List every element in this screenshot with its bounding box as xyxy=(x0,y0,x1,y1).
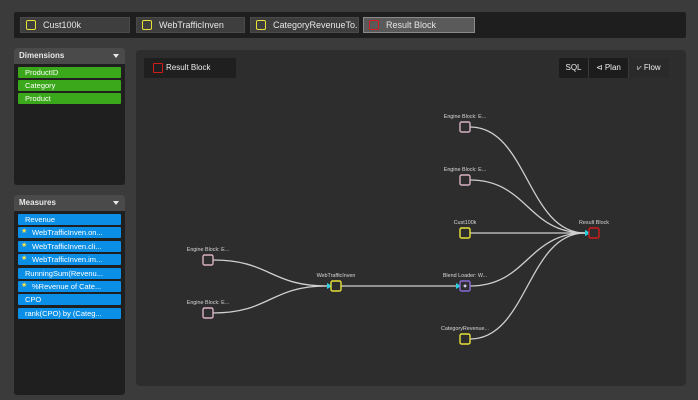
flow-node-eb4[interactable]: Engine Block: E... xyxy=(187,300,230,319)
node-square-icon xyxy=(459,333,471,345)
dimension-item[interactable]: ProductID xyxy=(18,67,121,78)
node-label: Cust100k xyxy=(454,220,477,226)
tab-webtrafficinven[interactable]: WebTrafficInven xyxy=(136,17,245,33)
flow-node-blend[interactable]: ✦ Blend Loader: W... xyxy=(443,273,487,292)
tab-label: Result Block xyxy=(386,20,437,30)
dimensions-panel: Dimensions ProductID Category Product xyxy=(14,48,125,185)
measure-label: Revenue xyxy=(25,215,56,224)
block-square-icon xyxy=(256,20,266,30)
measure-label: rank(CPO) by (Categ... xyxy=(25,308,102,318)
block-tab-bar: Cust100k WebTrafficInven CategoryRevenue… xyxy=(14,12,686,38)
star-icon: ★ xyxy=(21,281,28,289)
star-icon: ★ xyxy=(21,241,28,249)
block-square-icon xyxy=(369,20,379,30)
chevron-down-icon[interactable] xyxy=(113,54,119,58)
dimensions-header[interactable]: Dimensions xyxy=(14,48,125,64)
tab-label: WebTrafficInven xyxy=(159,20,224,30)
node-label: Engine Block: E... xyxy=(187,300,230,306)
measure-item[interactable]: ★ WebTrafficInven.im... xyxy=(18,254,121,266)
block-square-icon xyxy=(142,20,152,30)
node-label: Engine Block: E... xyxy=(444,114,487,120)
dimension-item[interactable]: Product xyxy=(18,93,121,104)
measure-label: WebTrafficInven.cli... xyxy=(32,241,102,251)
node-label: Result Block xyxy=(579,220,609,226)
flow-graph: Engine Block: E... Engine Block: E... Cust… xyxy=(187,114,609,345)
measures-panel: Measures Revenue ★ WebTrafficInven.on... ★ W… xyxy=(14,195,125,395)
tab-label: Cust100k xyxy=(43,20,82,30)
node-square-icon xyxy=(202,307,214,319)
measure-item[interactable]: Revenue xyxy=(18,214,121,225)
measures-title: Measures xyxy=(19,198,56,207)
measure-item[interactable]: CPO xyxy=(18,294,121,306)
star-icon: ★ xyxy=(21,228,28,236)
flow-node-eb3[interactable]: Engine Block: E... xyxy=(187,247,230,266)
node-label: WebTrafficInven xyxy=(317,273,356,279)
dimension-item[interactable]: Category xyxy=(18,80,121,91)
node-square-icon xyxy=(459,174,471,186)
flow-node-eb1[interactable]: Engine Block: E... xyxy=(444,114,487,133)
node-square-icon xyxy=(330,280,342,292)
tab-result-block[interactable]: Result Block xyxy=(363,17,475,33)
flow-edge xyxy=(469,126,586,234)
flow-node-web[interactable]: WebTrafficInven xyxy=(317,273,356,292)
flow-edge xyxy=(469,232,586,287)
node-square-icon xyxy=(588,227,600,239)
flow-edge xyxy=(212,285,328,314)
node-label: Engine Block: E... xyxy=(444,167,487,173)
measures-list: Revenue ★ WebTrafficInven.on... ★ WebTraffic… xyxy=(14,211,125,324)
measure-item[interactable]: rank(CPO) by (Categ... xyxy=(18,307,121,319)
block-square-icon xyxy=(26,20,36,30)
node-label: Blend Loader: W... xyxy=(443,273,487,279)
measure-item[interactable]: RunningSum(Revenu... xyxy=(18,267,121,279)
flow-edge xyxy=(469,232,586,340)
measures-header[interactable]: Measures xyxy=(14,195,125,211)
measure-item[interactable]: ★ WebTrafficInven.on... xyxy=(18,227,121,239)
node-square-icon xyxy=(202,254,214,266)
blend-icon: ✦ xyxy=(462,283,468,291)
flow-node-result[interactable]: Result Block xyxy=(579,220,609,239)
star-icon: ★ xyxy=(21,255,28,263)
measure-item[interactable]: ★ WebTrafficInven.cli... xyxy=(18,240,121,252)
tab-cust100k[interactable]: Cust100k xyxy=(20,17,130,33)
tab-label: CategoryRevenueTo... xyxy=(273,20,359,30)
flow-edge xyxy=(212,259,328,287)
flow-node-eb2[interactable]: Engine Block: E... xyxy=(444,167,487,186)
node-square-icon xyxy=(459,121,471,133)
dimensions-title: Dimensions xyxy=(19,51,65,60)
node-label: Engine Block: E... xyxy=(187,247,230,253)
chevron-down-icon[interactable] xyxy=(113,201,119,205)
flow-node-cust[interactable]: Cust100k xyxy=(454,220,477,239)
node-label: CategoryRevenue... xyxy=(441,326,489,332)
measure-label: %Revenue of Cate... xyxy=(32,281,102,291)
measure-item[interactable]: ★ %Revenue of Cate... xyxy=(18,280,121,292)
app-window: Cust100k WebTrafficInven CategoryRevenue… xyxy=(0,0,698,400)
tab-categoryrevenue[interactable]: CategoryRevenueTo... xyxy=(250,17,359,33)
measure-label: RunningSum(Revenu... xyxy=(25,268,103,278)
flow-node-cat[interactable]: CategoryRevenue... xyxy=(441,326,489,345)
measure-label: CPO xyxy=(25,295,42,305)
measure-label: WebTrafficInven.im... xyxy=(32,255,103,265)
flow-edge xyxy=(469,179,586,234)
flow-canvas[interactable]: Result Block SQL ⊲ Plan ⩗ Flow Engine Bloc… xyxy=(136,50,686,386)
measure-label: WebTrafficInven.on... xyxy=(32,228,103,238)
node-square-icon xyxy=(459,227,471,239)
